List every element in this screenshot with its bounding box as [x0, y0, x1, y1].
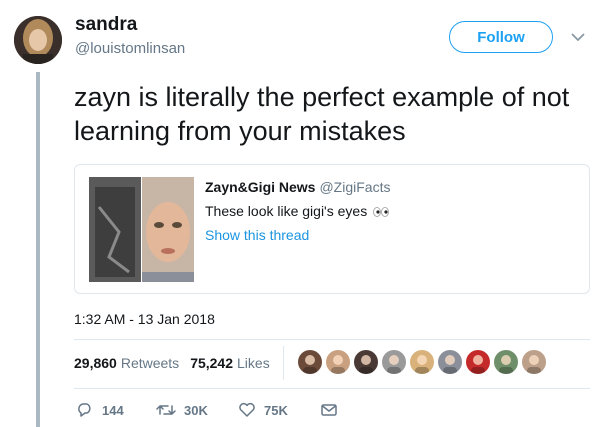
follow-button[interactable]: Follow [449, 21, 553, 53]
reply-icon [78, 403, 91, 417]
likes-label: Likes [237, 355, 270, 371]
quoted-display-name: Zayn&Gigi News [205, 179, 316, 195]
retweets-label: Retweets [120, 355, 180, 371]
reply-action[interactable]: 144 [76, 402, 156, 418]
liker-avatar[interactable] [354, 350, 378, 374]
avatar-image [14, 16, 62, 64]
quoted-tweet-media[interactable] [89, 177, 194, 282]
like-count: 75K [264, 402, 288, 418]
liker-avatar[interactable] [326, 350, 350, 374]
liker-avatar[interactable] [494, 350, 518, 374]
message-action[interactable] [320, 402, 338, 418]
timestamp[interactable]: 1:32 AM - 13 Jan 2018 [74, 311, 215, 327]
show-thread-link[interactable]: Show this thread [205, 227, 309, 243]
heart-icon [239, 402, 255, 417]
quoted-text: These look like gigi's eyes [205, 203, 368, 219]
engagement-stats: 29,860 Retweets 75,242 Likes [74, 355, 281, 371]
retweet-action[interactable]: 30K [156, 402, 238, 418]
action-bar: 144 30K 75K [76, 402, 338, 418]
like-action[interactable]: 75K [238, 402, 320, 418]
chevron-down-icon[interactable] [570, 30, 586, 42]
liker-avatar[interactable] [522, 350, 546, 374]
retweet-count: 30K [184, 402, 208, 418]
display-name[interactable]: sandra [75, 14, 137, 36]
eyes-emoji-icon [373, 204, 390, 220]
liker-avatar[interactable] [298, 350, 322, 374]
retweet-icon [156, 405, 176, 415]
tweet-text: zayn is literally the perfect example of… [74, 82, 570, 146]
retweets-count: 29,860 [74, 355, 117, 371]
liker-avatar[interactable] [410, 350, 434, 374]
divider-bottom [74, 388, 590, 389]
stats-divider [283, 346, 284, 380]
retweets-stat[interactable]: 29,860 Retweets [74, 355, 179, 371]
reply-count: 144 [102, 402, 124, 418]
liker-avatars [298, 350, 550, 374]
user-handle[interactable]: @louistomlinsan [75, 40, 185, 57]
thread-line [36, 72, 40, 427]
quoted-author: Zayn&Gigi News @ZigiFacts [205, 179, 390, 195]
quoted-text-row: These look like gigi's eyes [205, 203, 390, 220]
divider-top [74, 339, 590, 340]
avatar[interactable] [14, 16, 62, 64]
quoted-handle: @ZigiFacts [319, 179, 391, 195]
envelope-icon [321, 404, 337, 416]
likes-stat[interactable]: 75,242 Likes [190, 355, 270, 371]
likes-count: 75,242 [190, 355, 234, 371]
liker-avatar[interactable] [438, 350, 462, 374]
liker-avatar[interactable] [382, 350, 406, 374]
liker-avatar[interactable] [466, 350, 490, 374]
quoted-tweet-card[interactable]: Zayn&Gigi News @ZigiFacts These look like… [74, 164, 590, 294]
